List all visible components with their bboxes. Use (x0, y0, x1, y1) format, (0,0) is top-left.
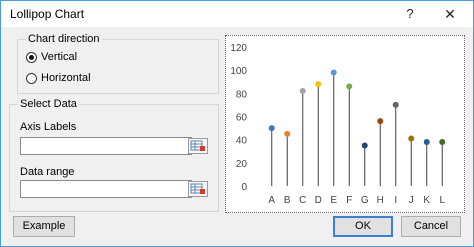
x-tick-label: K (423, 195, 430, 206)
select-data-label: Select Data (18, 98, 79, 111)
lollipop-point (268, 125, 275, 132)
lollipop-point (315, 81, 322, 88)
y-tick-label: 120 (230, 43, 247, 54)
y-tick-label: 40 (236, 136, 248, 147)
y-tick-label: 100 (230, 66, 247, 77)
vertical-radio[interactable]: Vertical (26, 51, 77, 63)
lollipop-point (392, 101, 399, 108)
x-tick-label: C (299, 195, 306, 206)
x-tick-label: B (284, 195, 291, 206)
lollipop-point (284, 130, 291, 137)
lollipop-chart: 0 20 40 60 80 100 120 A B C D E F G H I J K L (230, 43, 446, 206)
radio-selected-icon (26, 51, 37, 63)
chart-direction-label: Chart direction (26, 33, 102, 46)
y-tick-label: 80 (236, 89, 248, 100)
title-bar: Lollipop Chart ? ✕ (1, 1, 473, 27)
range-select-icon (190, 183, 205, 194)
x-tick-label: E (330, 195, 337, 206)
x-tick-label: I (394, 195, 397, 206)
select-data-group: Select Data Axis Labels Data range (9, 98, 219, 212)
lollipop-point (423, 138, 430, 145)
close-button[interactable]: ✕ (437, 4, 463, 24)
help-button[interactable]: ? (397, 4, 423, 24)
horizontal-radio[interactable]: Horizontal (26, 72, 91, 84)
radio-unselected-icon (26, 72, 37, 84)
y-tick-label: 0 (241, 182, 247, 193)
axis-labels-input[interactable] (20, 137, 192, 155)
example-button[interactable]: Example (13, 216, 75, 237)
axis-labels-label: Axis Labels (20, 121, 77, 133)
x-tick-label: G (361, 195, 369, 206)
x-tick-label: F (346, 195, 352, 206)
lollipop-chart-dialog: Lollipop Chart ? ✕ Chart direction Verti… (0, 0, 474, 247)
x-tick-label: A (268, 195, 275, 206)
lollipop-point (330, 69, 337, 76)
horizontal-radio-label: Horizontal (41, 72, 91, 84)
range-select-icon (190, 140, 205, 151)
lollipop-point (377, 118, 384, 125)
vertical-radio-label: Vertical (41, 51, 78, 63)
data-range-label: Data range (20, 166, 75, 178)
cancel-button[interactable]: Cancel (401, 216, 461, 237)
chart-direction-group: Chart direction Vertical Horizontal (17, 33, 219, 94)
window-title: Lollipop Chart (10, 7, 85, 21)
x-tick-label: D (315, 195, 322, 206)
y-tick-label: 60 (236, 113, 248, 124)
chart-preview: 0 20 40 60 80 100 120 A B C D E F G H I J K L (225, 35, 465, 213)
x-tick-label: H (377, 195, 384, 206)
x-tick-label: J (409, 195, 414, 206)
data-range-input[interactable] (20, 180, 192, 198)
lollipop-point (361, 142, 368, 149)
data-range-picker-button[interactable] (188, 181, 208, 197)
axis-labels-range-picker-button[interactable] (188, 138, 208, 154)
lollipop-point (299, 88, 306, 95)
lollipop-point (346, 83, 353, 90)
lollipop-point (408, 135, 415, 142)
lollipop-point (439, 138, 446, 145)
x-tick-label: L (439, 195, 445, 206)
ok-button[interactable]: OK (333, 216, 393, 237)
y-tick-label: 20 (236, 159, 248, 170)
